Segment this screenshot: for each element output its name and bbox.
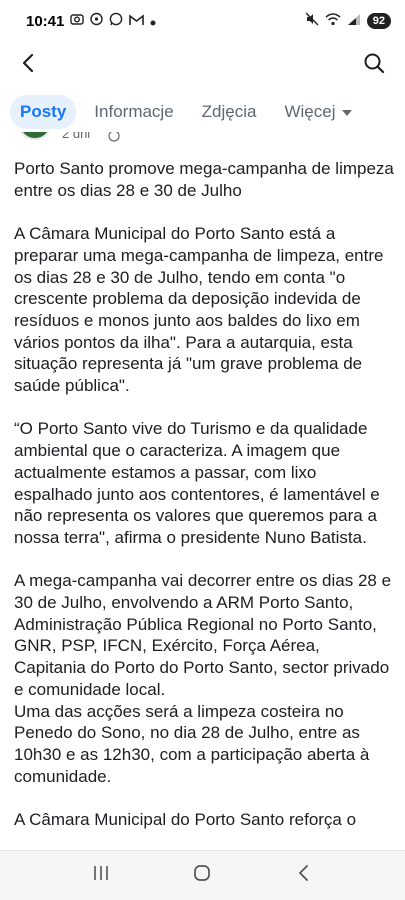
system-nav-bar	[0, 850, 405, 900]
globe-icon	[108, 132, 120, 147]
post-paragraph: A mega-campanha vai decorrer entre os di…	[14, 571, 392, 786]
home-icon	[192, 863, 212, 888]
camera-icon	[70, 12, 85, 30]
caret-down-icon	[341, 110, 352, 116]
status-bar: 10:41 92	[0, 0, 405, 42]
dot-icon	[150, 13, 156, 30]
tab-zdjecia[interactable]: Zdjęcia	[192, 95, 267, 129]
tab-informacje[interactable]: Informacje	[84, 95, 183, 129]
home-button[interactable]	[182, 859, 222, 893]
tab-label: Informacje	[94, 102, 174, 121]
tab-label: Posty	[20, 102, 67, 121]
back-button[interactable]	[12, 48, 46, 82]
nav-back-icon	[296, 863, 312, 888]
app-header	[0, 42, 405, 88]
tab-wiecej[interactable]: Więcej	[274, 95, 361, 129]
post-title-paragraph: Porto Santo promove mega-campanha de lim…	[14, 159, 394, 200]
tab-posty[interactable]: Posty	[10, 95, 77, 129]
post-paragraph: A Câmara Municipal do Porto Santo está a…	[14, 224, 384, 396]
post-meta: 2 dni	[0, 132, 405, 152]
tab-label: Zdjęcia	[201, 102, 257, 121]
recent-apps-button[interactable]	[81, 859, 121, 893]
signal-icon	[347, 13, 361, 30]
back-arrow-icon	[18, 52, 40, 79]
post-paragraph-truncated: A Câmara Municipal do Porto Santo reforç…	[14, 810, 357, 830]
recent-apps-icon	[91, 864, 111, 887]
avatar[interactable]	[18, 132, 52, 140]
post-body: Porto Santo promove mega-campanha de lim…	[14, 158, 396, 851]
nav-back-button[interactable]	[284, 859, 324, 893]
notification-icon	[90, 12, 104, 30]
tab-label: Więcej	[284, 102, 336, 121]
status-time: 10:41	[26, 12, 65, 30]
status-left: 10:41	[26, 12, 156, 30]
gmail-icon	[129, 13, 145, 30]
search-button[interactable]	[357, 48, 391, 82]
mute-icon	[305, 12, 319, 30]
whatsapp-icon	[109, 12, 123, 30]
battery-indicator: 92	[366, 13, 391, 29]
search-icon	[363, 52, 385, 79]
status-right: 92	[305, 12, 391, 30]
post-quote-paragraph: “O Porto Santo vive do Turismo e da qual…	[14, 419, 380, 547]
page-tabs: Posty Informacje Zdjęcia Więcej	[0, 92, 405, 132]
post-time: 2 dni	[62, 132, 91, 141]
wifi-icon	[325, 12, 341, 30]
